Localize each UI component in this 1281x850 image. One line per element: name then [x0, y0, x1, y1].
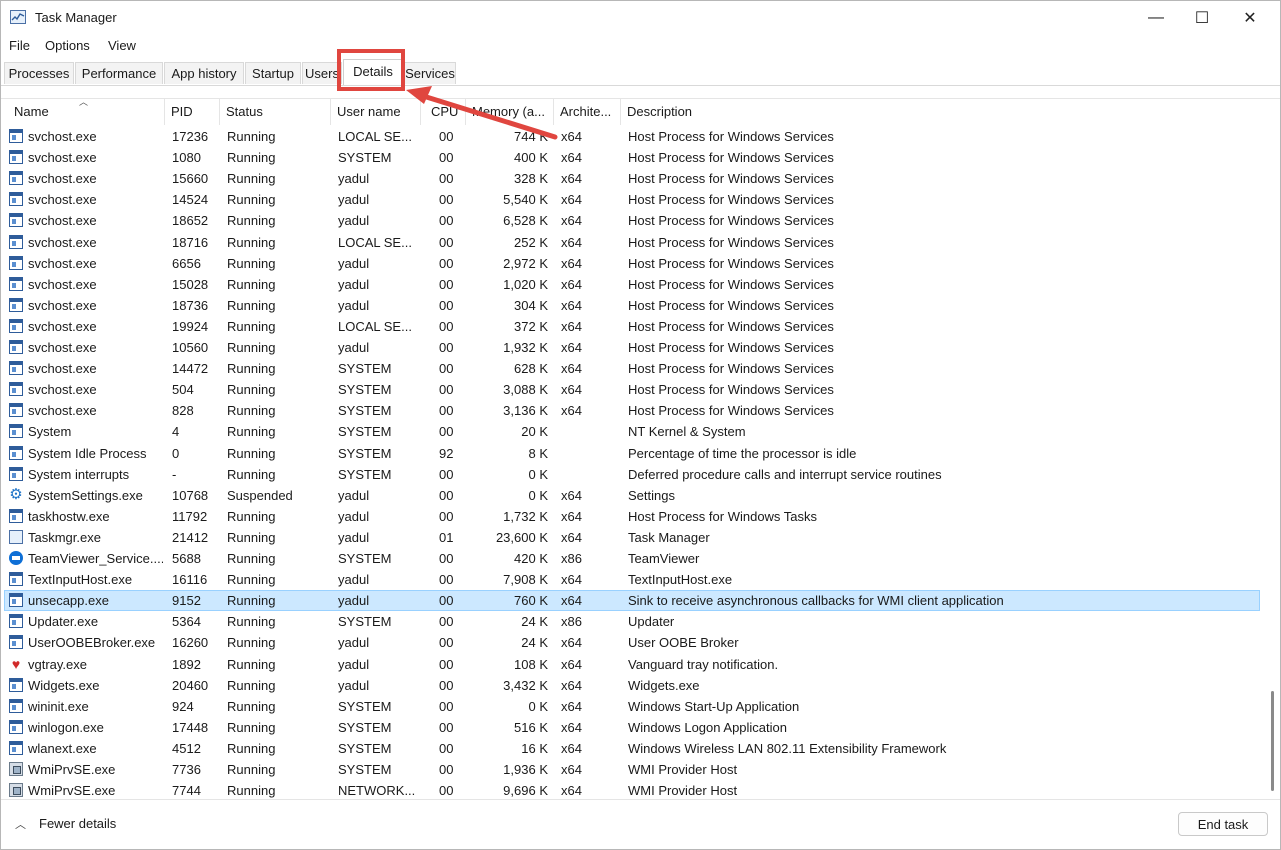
- annotation-arrow-icon: [406, 86, 558, 140]
